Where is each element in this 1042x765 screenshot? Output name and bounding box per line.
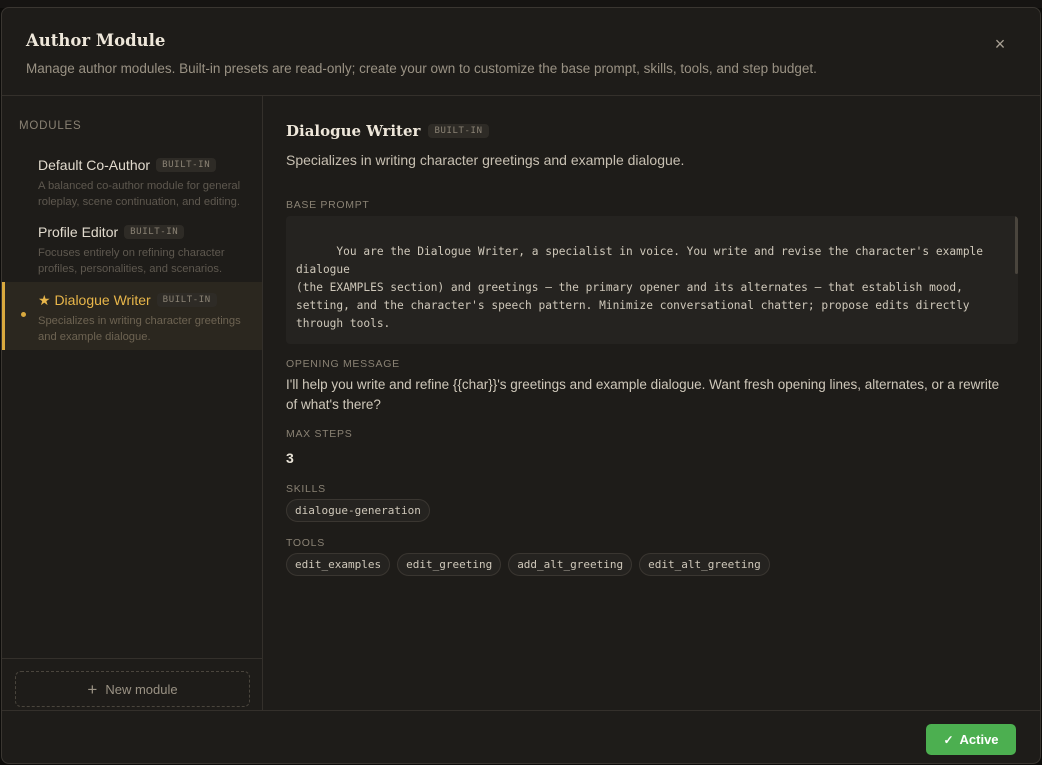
dialog-header: Author Module Manage author modules. Bui… [2,8,1040,96]
tool-chip: edit_alt_greeting [639,553,770,576]
sidebar-heading: MODULES [19,120,82,132]
module-description: Focuses entirely on refining character p… [38,247,225,275]
skills-list: dialogue-generation [286,499,430,522]
active-button[interactable]: ✓ Active [926,724,1016,755]
tool-chip: edit_greeting [397,553,502,576]
modules-sidebar: MODULES Default Co-Author BUILT-IN A bal… [2,96,263,711]
new-module-label: New module [105,681,178,697]
detail-title: Dialogue Writer [286,122,421,140]
module-item-dialogue-writer[interactable]: ★ Dialogue Writer BUILT-IN Specializes i… [2,282,262,350]
opening-message-label: OPENING MESSAGE [286,358,400,370]
sidebar-footer: + New module [2,658,262,711]
module-item-profile-editor[interactable]: Profile Editor BUILT-IN Focuses entirely… [2,223,262,277]
detail-description: Specializes in writing character greetin… [286,152,685,168]
close-icon[interactable]: × [990,34,1010,54]
module-item-default-co-author[interactable]: Default Co-Author BUILT-IN A balanced co… [2,156,262,210]
tools-list: edit_examples edit_greeting add_alt_gree… [286,553,770,576]
skills-label: SKILLS [286,483,326,495]
module-detail-panel: Dialogue Writer BUILT-IN Specializes in … [286,96,1018,711]
module-name: Profile Editor [38,224,119,240]
module-description: A balanced co-author module for general … [38,180,241,208]
dialog-title: Author Module [26,31,166,50]
base-prompt-textarea[interactable]: You are the Dialogue Writer, a specialis… [286,216,1018,344]
skill-chip: dialogue-generation [286,499,430,522]
tool-chip: edit_examples [286,553,391,576]
built-in-badge: BUILT-IN [428,124,489,138]
base-prompt-text: You are the Dialogue Writer, a specialis… [296,245,984,330]
check-icon: ✓ [943,732,954,747]
prompt-scrollbar[interactable] [1015,216,1018,274]
active-label: Active [959,732,999,747]
built-in-badge: BUILT-IN [124,225,185,239]
tool-chip: add_alt_greeting [508,553,633,576]
plus-icon: + [87,679,98,699]
dialog-footer: ✓ Active [2,710,1040,763]
dialog-subtitle: Manage author modules. Built-in presets … [26,61,817,76]
tools-label: TOOLS [286,537,325,549]
built-in-badge: BUILT-IN [156,293,217,307]
built-in-badge: BUILT-IN [156,158,217,172]
module-name: ★ Dialogue Writer [38,291,151,308]
module-name: Default Co-Author [38,157,151,173]
author-module-dialog: Author Module Manage author modules. Bui… [1,7,1041,764]
detail-title-row: Dialogue Writer BUILT-IN [286,122,489,140]
max-steps-label: MAX STEPS [286,428,353,440]
max-steps-value: 3 [286,450,294,466]
opening-message-text: I'll help you write and refine {{char}}'… [286,377,1000,412]
active-indicator-dot [21,312,26,317]
new-module-button[interactable]: + New module [15,671,250,707]
base-prompt-label: BASE PROMPT [286,199,370,211]
module-description: Specializes in writing character greetin… [38,315,241,343]
